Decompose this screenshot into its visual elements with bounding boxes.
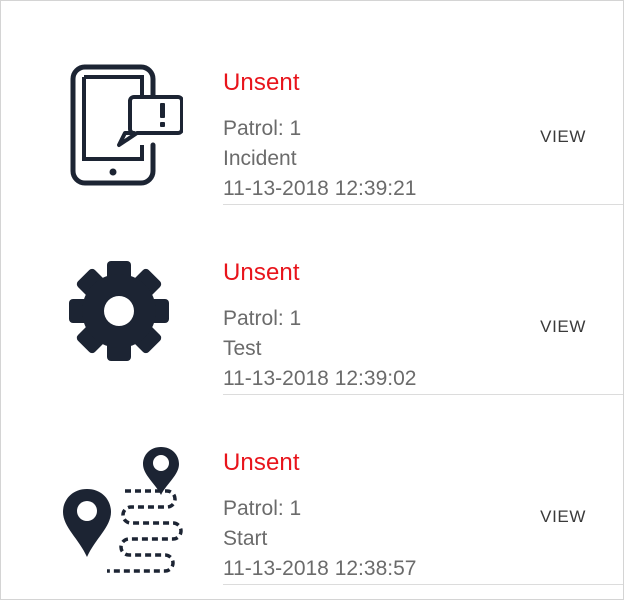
list-item: Unsent Patrol: 1 Test 11-13-2018 12:39:0… — [1, 205, 623, 395]
mobile-incident-icon — [67, 63, 183, 193]
patrol-label: Patrol: 1 — [223, 497, 302, 520]
divider — [223, 584, 623, 585]
entry-type-label: Incident — [223, 147, 297, 170]
list-item: Unsent Patrol: 1 Start 11-13-2018 12:38:… — [1, 395, 623, 585]
patrol-label: Patrol: 1 — [223, 307, 302, 330]
timestamp-label: 11-13-2018 12:39:21 — [223, 177, 417, 200]
status-label: Unsent — [223, 259, 300, 286]
status-label: Unsent — [223, 69, 300, 96]
view-button[interactable]: VIEW — [540, 127, 586, 147]
gear-icon — [67, 253, 183, 383]
timestamp-label: 11-13-2018 12:38:57 — [223, 557, 417, 580]
status-label: Unsent — [223, 449, 300, 476]
list-item: Unsent Patrol: 1 Incident 11-13-2018 12:… — [1, 15, 623, 205]
patrol-label: Patrol: 1 — [223, 117, 302, 140]
timestamp-label: 11-13-2018 12:39:02 — [223, 367, 417, 390]
route-pins-icon — [55, 443, 183, 573]
report-list: Unsent Patrol: 1 Incident 11-13-2018 12:… — [0, 0, 624, 600]
view-button[interactable]: VIEW — [540, 317, 586, 337]
view-button[interactable]: VIEW — [540, 507, 586, 527]
entry-type-label: Test — [223, 337, 262, 360]
entry-type-label: Start — [223, 527, 268, 550]
